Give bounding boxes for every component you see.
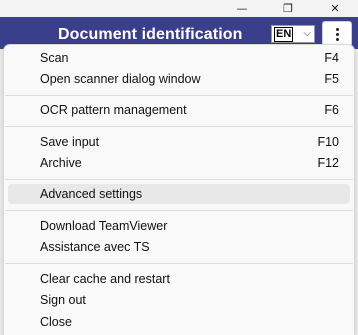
menu-item-ocr-pattern-management[interactable]: OCR pattern management F6 <box>8 100 350 120</box>
menu-item-scan[interactable]: Scan F4 <box>8 48 350 68</box>
menu-item-label: Assistance avec TS <box>40 240 150 254</box>
menu-item-shortcut: F6 <box>324 103 339 117</box>
menu-item-shortcut: F5 <box>324 72 339 86</box>
language-value: EN <box>274 27 294 42</box>
menu-item-label: Clear cache and restart <box>40 272 170 286</box>
menu-item-label: Sign out <box>40 293 86 307</box>
menu-item-shortcut: F4 <box>324 51 339 65</box>
menu-item-advanced-settings[interactable]: Advanced settings <box>8 184 350 204</box>
menu-item-label: Archive <box>40 156 82 170</box>
menu-separator <box>5 263 353 264</box>
menu-separator <box>5 126 353 127</box>
menu-item-download-teamviewer[interactable]: Download TeamViewer <box>8 216 350 236</box>
menu-item-save-input[interactable]: Save input F10 <box>8 132 350 152</box>
menu-item-close[interactable]: Close <box>8 312 350 332</box>
menu-item-label: Save input <box>40 135 100 149</box>
window-titlebar: — ❐ ✕ <box>0 0 358 17</box>
minimize-icon[interactable]: — <box>219 0 265 17</box>
menu-separator <box>5 210 353 211</box>
menu-separator <box>5 179 353 180</box>
language-select[interactable]: EN ⌵ <box>271 25 315 43</box>
menu-item-label: Download TeamViewer <box>40 219 168 233</box>
menu-item-archive[interactable]: Archive F12 <box>8 153 350 173</box>
menu-item-shortcut: F12 <box>317 156 339 170</box>
restore-icon[interactable]: ❐ <box>265 0 311 17</box>
menu-item-label: Close <box>40 315 72 329</box>
page-title: Document identification <box>58 26 243 43</box>
close-icon[interactable]: ✕ <box>312 0 358 17</box>
menu-item-clear-cache-restart[interactable]: Clear cache and restart <box>8 269 350 289</box>
kebab-menu-icon-dot <box>335 32 339 36</box>
options-menu: Scan F4 Open scanner dialog window F5 OC… <box>3 44 355 335</box>
menu-item-label: OCR pattern management <box>40 103 187 117</box>
menu-item-label: Advanced settings <box>40 187 143 201</box>
menu-item-label: Open scanner dialog window <box>40 72 201 86</box>
menu-item-label: Scan <box>40 51 69 65</box>
menu-item-open-scanner-dialog[interactable]: Open scanner dialog window F5 <box>8 69 350 89</box>
menu-item-shortcut: F10 <box>317 135 339 149</box>
menu-separator <box>5 95 353 96</box>
menu-item-assistance-ts[interactable]: Assistance avec TS <box>8 237 350 257</box>
kebab-menu-icon-dot <box>335 37 339 41</box>
menu-item-sign-out[interactable]: Sign out <box>8 290 350 310</box>
chevron-down-icon: ⌵ <box>303 28 311 39</box>
kebab-menu-icon <box>335 27 339 31</box>
